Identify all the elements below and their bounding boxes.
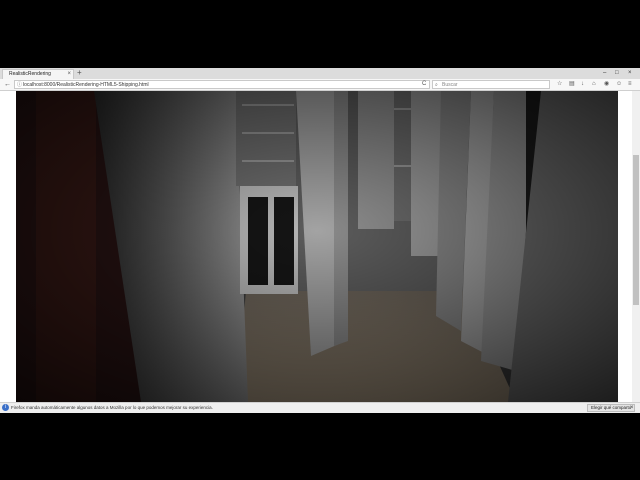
search-placeholder: Buscar: [442, 82, 458, 88]
home-icon[interactable]: ⌂: [592, 79, 596, 90]
menu-icon[interactable]: ≡: [628, 79, 632, 90]
window-close-button[interactable]: ×: [628, 68, 632, 78]
info-icon: i: [2, 404, 9, 411]
notification-text: Firefox manda automáticamente algunos da…: [11, 405, 213, 410]
navigation-bar: ← ⓘ localhost:8000/RealisticRendering-HT…: [0, 79, 640, 91]
rendered-scene: [16, 91, 618, 402]
minimize-button[interactable]: –: [603, 68, 606, 78]
notification-close-icon[interactable]: ×: [630, 403, 634, 413]
star-icon[interactable]: ☆: [557, 79, 562, 90]
tab-bar: RealisticRendering × + – □ ×: [0, 68, 640, 79]
page-content: [0, 91, 640, 402]
notification-bar: i Firefox manda automáticamente algunos …: [0, 402, 640, 413]
new-tab-button[interactable]: +: [77, 68, 82, 78]
reading-list-icon[interactable]: ▤: [569, 79, 575, 90]
browser-window: RealisticRendering × + – □ × ← ⓘ localho…: [0, 68, 640, 413]
chat-icon[interactable]: ☺: [616, 79, 622, 90]
webgl-canvas[interactable]: [16, 91, 618, 402]
close-icon[interactable]: ×: [67, 70, 71, 78]
tab-realistic-rendering[interactable]: RealisticRendering ×: [2, 69, 74, 79]
url-text: localhost:8000/RealisticRendering-HTML5-…: [23, 82, 149, 88]
pocket-icon[interactable]: ◉: [604, 79, 609, 90]
tab-title: RealisticRendering: [9, 71, 51, 77]
video-frame: { "tab": { "title": "RealisticRendering"…: [0, 0, 640, 480]
search-input[interactable]: ⌕ Buscar: [432, 80, 550, 89]
back-button[interactable]: ←: [4, 79, 11, 90]
maximize-button[interactable]: □: [615, 68, 619, 78]
download-icon[interactable]: ↓: [581, 79, 584, 90]
reload-button[interactable]: C: [422, 79, 426, 89]
info-icon[interactable]: ⓘ: [17, 81, 22, 89]
choose-what-to-share-button[interactable]: Elegir qué comparto: [587, 404, 636, 412]
page-scrollbar[interactable]: [632, 91, 640, 402]
url-bar[interactable]: ⓘ localhost:8000/RealisticRendering-HTML…: [14, 80, 430, 89]
scrollbar-thumb[interactable]: [633, 155, 639, 305]
search-icon: ⌕: [435, 82, 438, 88]
